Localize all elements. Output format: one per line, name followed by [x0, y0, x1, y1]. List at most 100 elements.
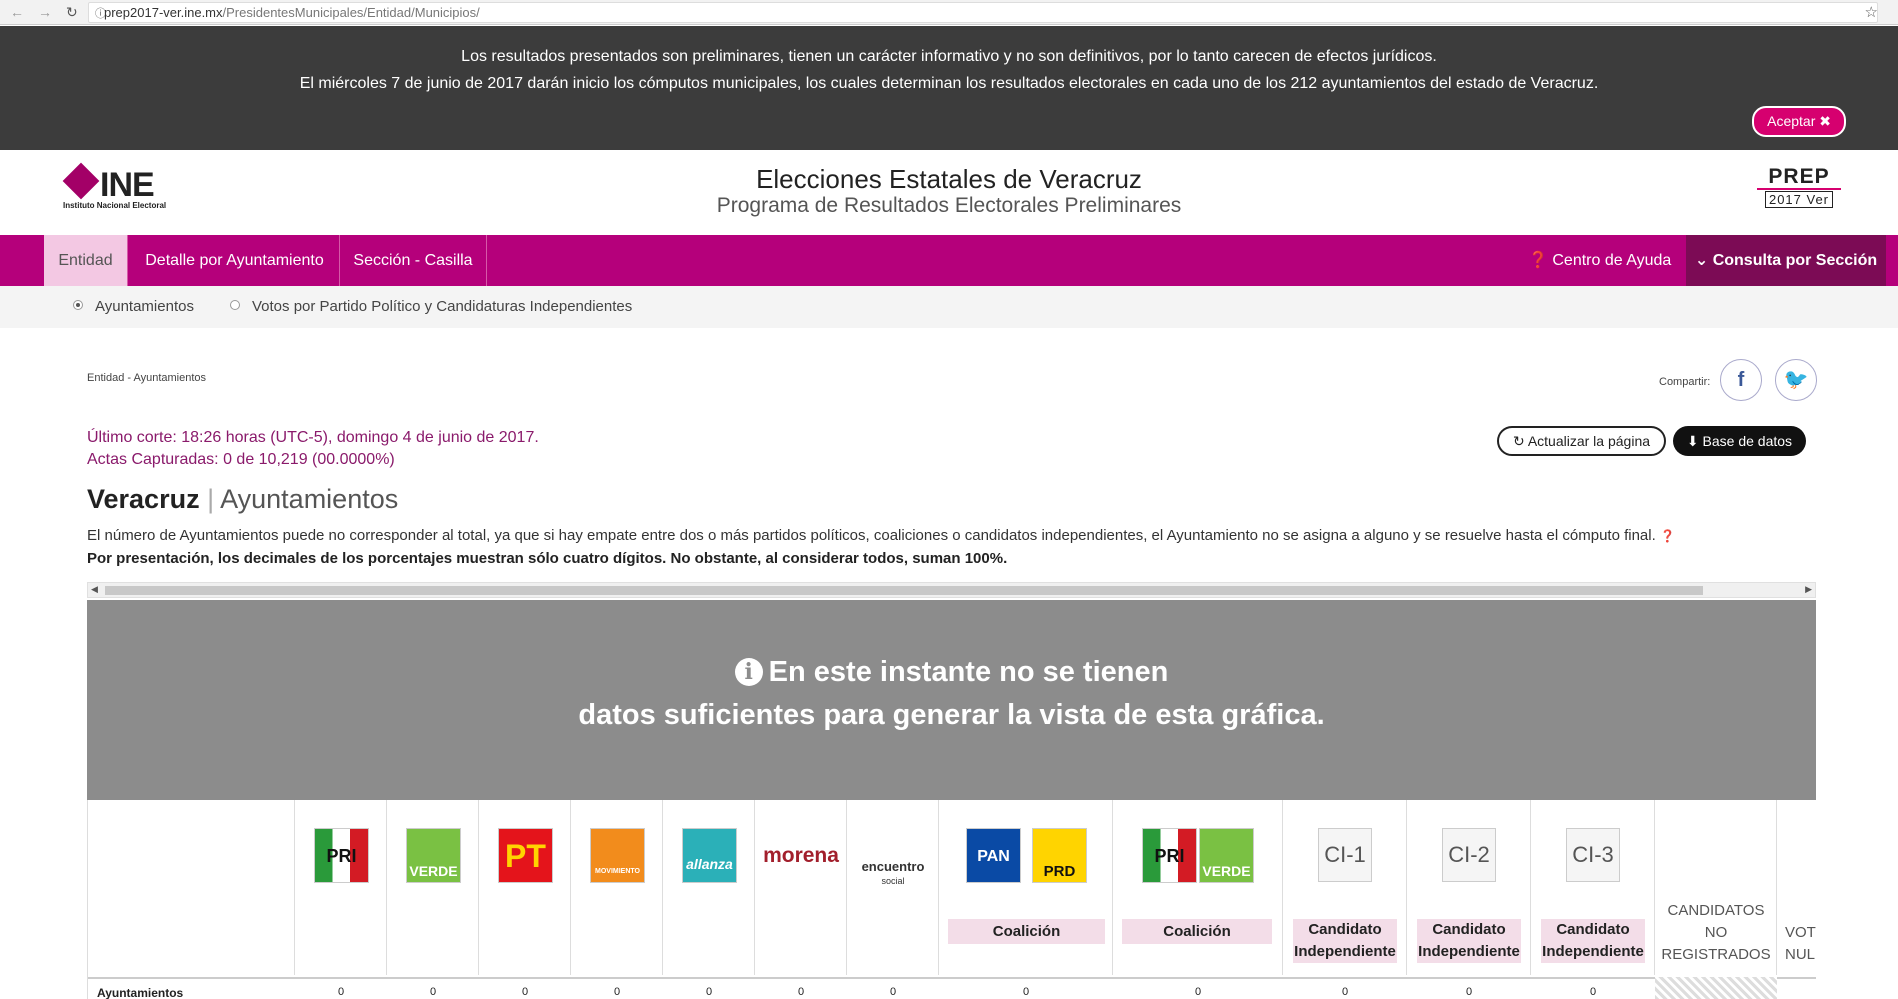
- option-ayuntamientos[interactable]: Ayuntamientos: [73, 298, 194, 315]
- independent-1-line-1: Candidato: [1293, 919, 1397, 941]
- title-section: Ayuntamientos: [220, 484, 399, 514]
- prep-logo-sub: 2017 Ver: [1764, 191, 1834, 208]
- description-main: El número de Ayuntamientos puede no corr…: [87, 527, 1656, 544]
- encuentro-social-sub: social: [881, 876, 905, 886]
- disclaimer-banner: Los resultados presentados son prelimina…: [0, 26, 1898, 150]
- prep-logo-word: PREP: [1757, 166, 1841, 190]
- help-center-label: Centro de Ayuda: [1552, 252, 1672, 269]
- page-title: Veracruz | Ayuntamientos: [87, 484, 398, 515]
- morena-logo: morena: [763, 844, 839, 867]
- label-column: [88, 800, 295, 975]
- disclaimer-line-2: El miércoles 7 de junio de 2017 darán in…: [299, 75, 1599, 92]
- breadcrumb: Entidad - Ayuntamientos: [87, 372, 207, 384]
- no-registrados-line-2: NO: [1704, 924, 1728, 941]
- consulta-seccion-button[interactable]: ⌄ Consulta por Sección: [1686, 235, 1886, 286]
- consulta-seccion-label: Consulta por Sección: [1712, 252, 1878, 269]
- info-icon: i: [734, 658, 763, 686]
- back-arrow-icon[interactable]: ←: [10, 4, 24, 20]
- scroll-right-icon[interactable]: ▶: [1805, 584, 1812, 595]
- actas-captured-text: Actas Capturadas: 0 de 10,219 (00.0000%): [87, 451, 395, 468]
- site-header: INE Instituto Nacional Electoral Eleccio…: [0, 150, 1898, 235]
- refresh-icon: ↻: [1512, 433, 1525, 449]
- no-data-line-2: datos suficientes para generar la vista …: [578, 699, 1325, 731]
- no-registrados-header: CANDIDATOS NO REGISTRADOS: [1655, 900, 1777, 966]
- value-morena: 0: [797, 986, 805, 998]
- question-circle-icon[interactable]: ❓: [1660, 529, 1675, 543]
- coalition-label-pri-verde: Coalición: [1122, 919, 1272, 944]
- scroll-left-icon[interactable]: ◀: [91, 584, 98, 595]
- view-options: Ayuntamientos Votos por Partido Político…: [0, 286, 1898, 328]
- twitter-icon[interactable]: 🐦: [1775, 359, 1817, 401]
- nueva-alianza-logo: allanza: [682, 828, 737, 883]
- prep-logo[interactable]: PREP 2017 Ver: [1757, 166, 1841, 208]
- url-host: prep2017-ver.ine.mx: [104, 5, 223, 20]
- value-pri-verde: 0: [1194, 986, 1202, 998]
- pan-logo: PAN: [966, 828, 1021, 883]
- radio-selected-icon[interactable]: [73, 300, 83, 310]
- value-na: 0: [705, 986, 713, 998]
- value-ci1: 0: [1341, 986, 1349, 998]
- independent-label-2: Candidato Independiente: [1417, 919, 1521, 963]
- radio-unselected-icon[interactable]: [230, 300, 240, 310]
- results-table: PRI VERDE PT MOVIMIENTO CIUDADANO allanz…: [87, 800, 1816, 999]
- option-ayuntamientos-label: Ayuntamientos: [95, 298, 194, 315]
- url-path: /PresidentesMunicipales/Entidad/Municipi…: [222, 5, 480, 20]
- main-nav: Entidad Detalle por Ayuntamiento Sección…: [0, 235, 1898, 286]
- facebook-icon[interactable]: f: [1720, 359, 1762, 401]
- scrollbar-thumb[interactable]: [105, 586, 1703, 595]
- movimiento-ciudadano-logo: MOVIMIENTO CIUDADANO: [590, 828, 645, 960]
- pt-logo: PT: [498, 828, 553, 883]
- database-label: Base de datos: [1702, 433, 1793, 449]
- title-separator: |: [207, 484, 215, 514]
- reload-icon[interactable]: ↻: [66, 4, 78, 21]
- votos-nulos-header: VOT NUL: [1785, 922, 1816, 966]
- chevron-down-icon: ⌄: [1694, 252, 1709, 269]
- independent-label-1: Candidato Independiente: [1293, 919, 1397, 963]
- value-ci3: 0: [1589, 986, 1597, 998]
- last-cut-text: Último corte: 18:26 horas (UTC-5), domin…: [87, 429, 539, 446]
- no-data-line-1-text: En este instante no se tienen: [768, 656, 1169, 688]
- no-registrados-line-3: REGISTRADOS: [1661, 946, 1771, 963]
- votos-nulos-line-1: VOT: [1785, 924, 1816, 941]
- no-data-message: i En este instante no se tienen datos suf…: [87, 600, 1816, 800]
- help-center-link[interactable]: ❓ Centro de Ayuda: [1528, 235, 1671, 286]
- value-pt: 0: [521, 986, 529, 998]
- coalition-label-pan-prd: Coalición: [948, 919, 1105, 944]
- value-pri: 0: [337, 986, 345, 998]
- value-es: 0: [889, 986, 897, 998]
- option-votos-partido[interactable]: Votos por Partido Político y Candidatura…: [230, 298, 632, 315]
- tab-detalle-ayuntamiento[interactable]: Detalle por Ayuntamiento: [130, 235, 340, 286]
- verde-coalition-logo: VERDE: [1199, 828, 1254, 883]
- independent-label-3: Candidato Independiente: [1541, 919, 1645, 963]
- horizontal-scrollbar[interactable]: ◀ ▶: [87, 582, 1816, 598]
- no-registrados-line-1: CANDIDATOS: [1667, 902, 1765, 919]
- decimals-note: Por presentación, los decimales de los p…: [87, 550, 1008, 567]
- url-text[interactable]: prep2017-ver.ine.mx/PresidentesMunicipal…: [104, 5, 480, 20]
- tab-entidad[interactable]: Entidad: [44, 235, 128, 286]
- table-row-label: Ayuntamientos: [97, 986, 184, 999]
- description-text: El número de Ayuntamientos puede no corr…: [87, 527, 1675, 544]
- value-verde: 0: [429, 986, 437, 998]
- no-registrados-striped-cell: [1655, 977, 1777, 999]
- refresh-page-button[interactable]: ↻ Actualizar la página: [1497, 426, 1666, 456]
- verde-logo: VERDE: [406, 828, 461, 883]
- pri-logo: PRI: [314, 828, 369, 883]
- independent-1-line-2: Independiente: [1293, 941, 1397, 963]
- value-pan-prd: 0: [1022, 986, 1030, 998]
- no-data-line-1: i En este instante no se tienen: [87, 656, 1816, 689]
- page-header-title: Elecciones Estatales de Veracruz: [756, 164, 1142, 194]
- column-pri-verde: [1113, 800, 1283, 975]
- column-morena: [755, 800, 847, 975]
- database-download-button[interactable]: ⬇ Base de datos: [1673, 426, 1806, 456]
- page-header-subtitle: Programa de Resultados Electorales Preli…: [716, 194, 1182, 217]
- column-na: [663, 800, 755, 975]
- value-mc: 0: [613, 986, 621, 998]
- accept-button[interactable]: Aceptar ✖: [1752, 106, 1846, 137]
- independent-3-line-1: Candidato: [1541, 919, 1645, 941]
- tab-seccion-casilla[interactable]: Sección - Casilla: [340, 235, 487, 286]
- encuentro-social-word: encuentro: [861, 859, 925, 874]
- forward-arrow-icon[interactable]: →: [38, 4, 52, 20]
- ci1-badge: CI-1: [1318, 828, 1372, 882]
- independent-3-line-2: Independiente: [1541, 941, 1645, 963]
- bookmark-star-icon[interactable]: ☆: [1865, 3, 1878, 21]
